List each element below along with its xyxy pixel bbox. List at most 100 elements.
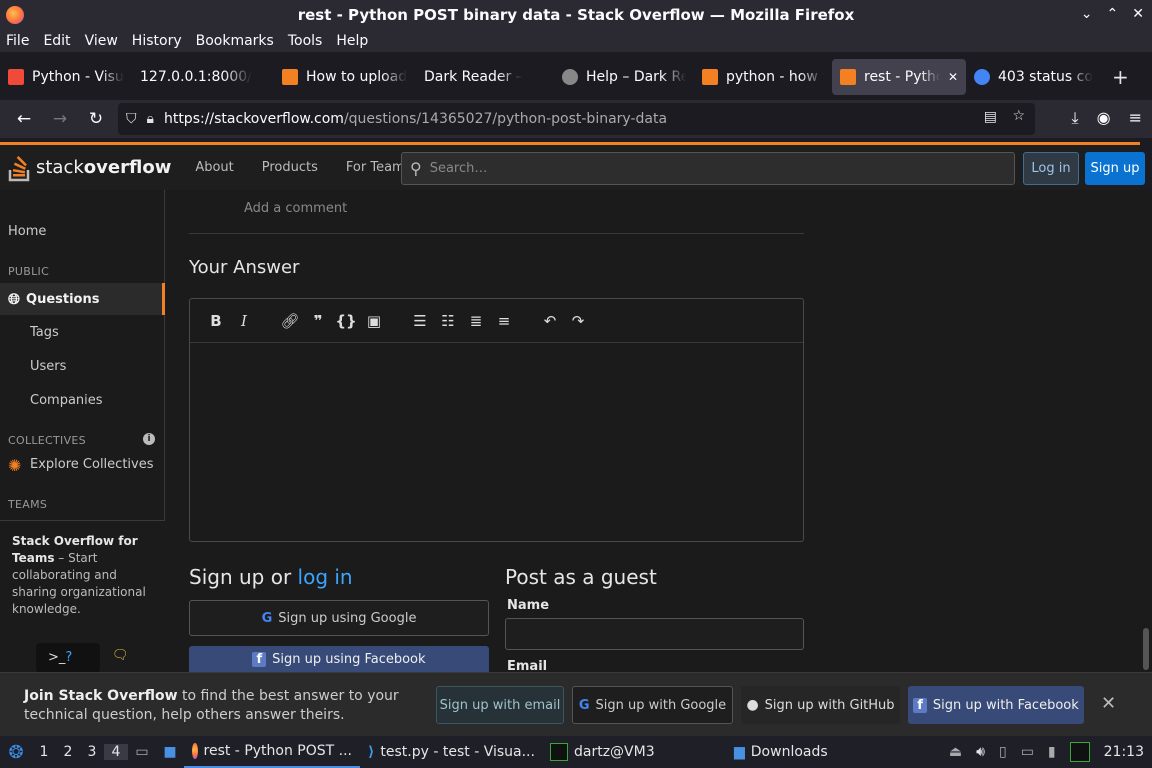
google-icon: G <box>578 697 590 713</box>
menu-tools[interactable]: Tools <box>288 33 323 49</box>
menu-file[interactable]: File <box>6 33 29 49</box>
forward-icon[interactable]: → <box>42 109 78 129</box>
url-bar[interactable]: ⛉ 🔒︎ https://stackoverflow.com/questions… <box>118 103 1035 135</box>
banner-google-button[interactable]: G Sign up with Google <box>572 686 733 724</box>
join-banner: Join Stack Overflow to find the best ans… <box>0 672 1152 736</box>
login-button[interactable]: Log in <box>1023 152 1079 185</box>
tab-python-visual[interactable]: Python - Visual <box>0 59 132 95</box>
volume-icon[interactable]: 🔊︎ <box>976 744 985 760</box>
add-comment-link[interactable]: Add a comment <box>244 201 347 216</box>
menu-edit[interactable]: Edit <box>43 33 70 49</box>
signup-google-button[interactable]: G Sign up using Google <box>189 600 489 636</box>
tab-python-how[interactable]: python - how t <box>694 59 832 95</box>
italic-icon[interactable]: I <box>230 312 258 330</box>
dark-reader-extension-icon[interactable]: ◉ <box>1097 108 1111 128</box>
tab-localhost[interactable]: 127.0.0.1:8000/ <box>132 59 274 95</box>
login-link[interactable]: log in <box>298 565 353 589</box>
task-firefox[interactable]: rest - Python POST ... <box>184 736 360 768</box>
shield-icon[interactable]: ⛉ <box>126 111 137 127</box>
signup-facebook-button[interactable]: f Sign up using Facebook <box>189 646 489 672</box>
task-downloads[interactable]: ▆ Downloads <box>726 736 836 768</box>
tab-how-to-upload[interactable]: How to upload <box>274 59 416 95</box>
task-label: test.py - test - Visua... <box>380 744 535 760</box>
reload-icon[interactable]: ↻ <box>78 109 114 129</box>
nav-about[interactable]: About <box>195 160 233 175</box>
start-menu-icon[interactable]: ❂ <box>0 742 32 763</box>
banner-message: Join Stack Overflow to find the best ans… <box>24 687 424 725</box>
answer-textarea[interactable] <box>190 343 803 541</box>
minimize-icon[interactable]: ⌄ <box>1081 6 1093 22</box>
horizontal-rule-icon[interactable]: ≡ <box>490 312 518 330</box>
workspace-4[interactable]: 4 <box>104 744 128 760</box>
stackoverflow-favicon-icon <box>282 69 298 85</box>
window-title: rest - Python POST binary data - Stack O… <box>297 6 855 24</box>
tab-dark-reader[interactable]: Dark Reader – <box>416 59 554 95</box>
so-logo[interactable]: stackoverflow <box>8 154 171 182</box>
workspace-3[interactable]: 3 <box>80 744 104 760</box>
lock-icon[interactable]: 🔒︎ <box>147 111 154 127</box>
tab-help-dark-reader[interactable]: Help – Dark Re <box>554 59 694 95</box>
blockquote-icon[interactable]: ❞ <box>304 312 332 330</box>
notification-icon[interactable]: ▮ <box>1048 744 1056 760</box>
close-window-icon[interactable]: ✕ <box>1132 6 1144 22</box>
new-tab-icon[interactable]: + <box>1112 65 1129 89</box>
back-icon[interactable]: ← <box>6 109 42 129</box>
menu-view[interactable]: View <box>85 33 118 49</box>
tab-rest-python[interactable]: rest - Python ✕ <box>832 59 966 95</box>
teams-promo: Stack Overflow for Teams – Start collabo… <box>0 520 165 673</box>
sidebar-item-questions[interactable]: 🌐︎ Questions <box>0 283 165 315</box>
sidebar-item-companies[interactable]: Companies <box>30 393 103 408</box>
show-desktop-icon[interactable]: ■ <box>156 744 184 760</box>
redo-icon[interactable]: ↷ <box>564 312 592 330</box>
hamburger-menu-icon[interactable]: ≡ <box>1129 108 1142 128</box>
signup-button[interactable]: Sign up <box>1085 152 1145 185</box>
sidebar-item-explore-collectives[interactable]: Explore Collectives <box>30 457 154 472</box>
sidebar-item-home[interactable]: Home <box>8 224 46 239</box>
banner-facebook-button[interactable]: f Sign up with Facebook <box>908 686 1084 724</box>
signup-facebook-label: Sign up using Facebook <box>272 651 426 667</box>
nav-products[interactable]: Products <box>262 160 318 175</box>
code-icon[interactable]: {} <box>332 312 360 330</box>
close-banner-icon[interactable]: ✕ <box>1101 693 1116 714</box>
search-input[interactable]: ⚲ Search… <box>401 152 1015 185</box>
maximize-icon[interactable]: ⌃ <box>1107 6 1119 22</box>
eject-icon[interactable]: ⏏ <box>949 744 962 760</box>
display-icon[interactable]: ▭ <box>1021 744 1034 760</box>
info-icon[interactable]: i <box>143 433 155 445</box>
url-host: https://stackoverflow.com <box>163 111 344 127</box>
task-label: Downloads <box>750 744 828 760</box>
tab-403-status[interactable]: 403 status co <box>966 59 1106 95</box>
divider <box>189 233 804 234</box>
banner-github-button[interactable]: ● Sign up with GitHub <box>741 686 900 724</box>
clock[interactable]: 21:13 <box>1104 744 1144 760</box>
bulleted-list-icon[interactable]: ☷ <box>434 312 462 330</box>
workspace-1[interactable]: 1 <box>32 744 56 760</box>
task-terminal[interactable]: dartz@VM3 <box>542 736 726 768</box>
bookmark-star-icon[interactable]: ☆ <box>1012 108 1025 124</box>
page-scrollbar[interactable] <box>1140 190 1152 672</box>
file-manager-icon[interactable]: ▭ <box>128 744 156 760</box>
numbered-list-icon[interactable]: ☰ <box>406 312 434 330</box>
reader-view-icon[interactable]: ▤ <box>984 109 997 125</box>
menu-help[interactable]: Help <box>336 33 368 49</box>
name-field[interactable] <box>505 618 804 650</box>
bold-icon[interactable]: B <box>202 312 230 330</box>
sidebar-item-users[interactable]: Users <box>30 359 66 374</box>
heading-icon[interactable]: ≣ <box>462 312 490 330</box>
link-icon[interactable]: 🔗︎ <box>276 312 304 330</box>
signup-email-button[interactable]: Sign up with email <box>436 686 564 724</box>
image-icon[interactable]: ▣ <box>360 312 388 330</box>
name-label: Name <box>507 598 550 613</box>
downloads-icon[interactable]: ⤓ <box>1072 108 1079 128</box>
sidebar-item-tags[interactable]: Tags <box>30 325 59 340</box>
scrollbar-thumb[interactable] <box>1143 628 1149 670</box>
menu-history[interactable]: History <box>132 33 182 49</box>
task-vscode[interactable]: ⟩ test.py - test - Visua... <box>360 736 542 768</box>
menu-bookmarks[interactable]: Bookmarks <box>196 33 274 49</box>
workspace-2[interactable]: 2 <box>56 744 80 760</box>
tab-label: Dark Reader – <box>424 69 523 85</box>
clipboard-icon[interactable]: ▯ <box>999 744 1007 760</box>
close-tab-icon[interactable]: ✕ <box>948 70 958 84</box>
google-favicon-icon <box>974 69 990 85</box>
undo-icon[interactable]: ↶ <box>536 312 564 330</box>
